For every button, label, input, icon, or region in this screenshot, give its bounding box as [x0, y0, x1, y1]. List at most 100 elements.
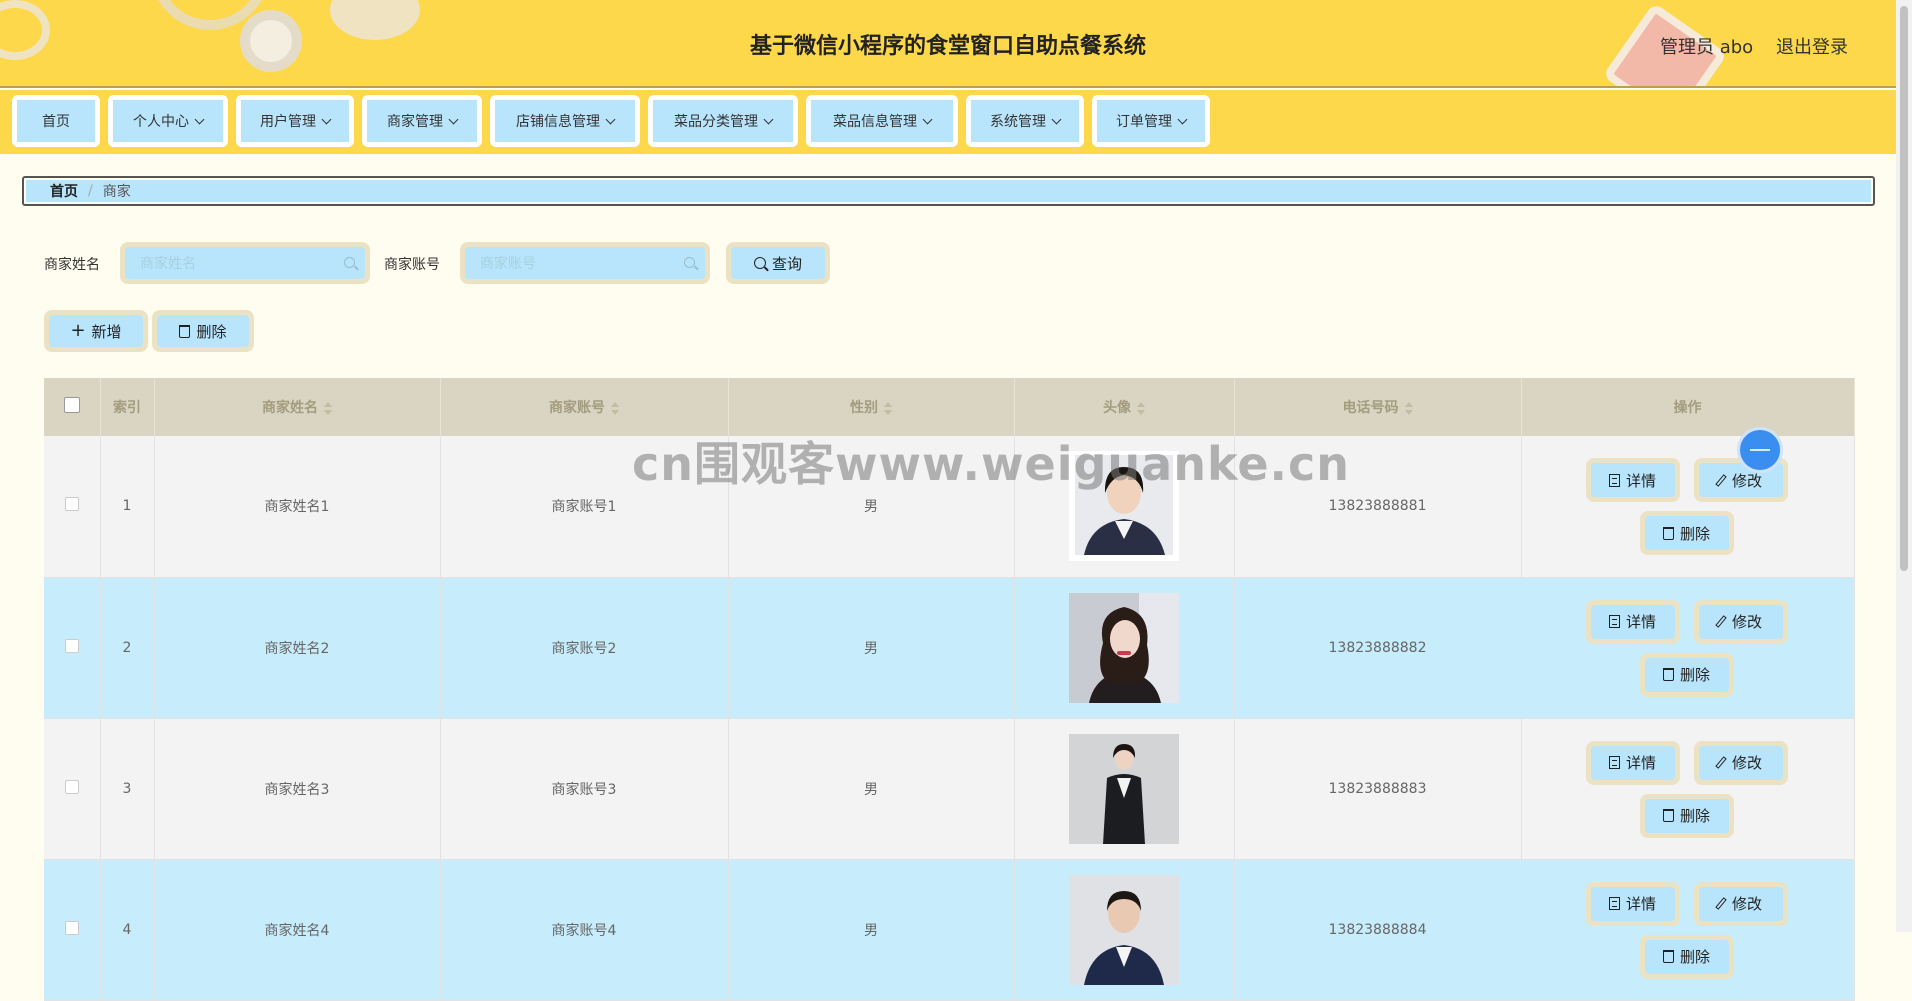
sort-icon[interactable] [1404, 401, 1413, 415]
row-checkbox[interactable] [64, 779, 79, 794]
nav-item-personal-center[interactable]: 个人中心 [108, 95, 228, 147]
chevron-down-icon [1051, 114, 1062, 124]
row-checkbox[interactable] [64, 638, 79, 653]
delete-button-label: 删除 [1679, 666, 1710, 684]
edit-button-label: 修改 [1731, 895, 1762, 913]
page-scrollbar[interactable] [1896, 0, 1912, 932]
column-header-name[interactable]: 商家姓名 [154, 378, 441, 436]
query-button[interactable]: 查询 [726, 242, 830, 284]
column-header-index: 索引 [100, 378, 155, 436]
merchant-name-input[interactable]: 商家姓名 [140, 253, 196, 273]
delete-button-label: 删除 [1679, 807, 1710, 825]
table-row: 4 商家姓名4 商家账号4 男 13823888884 详情 修改 删除 [44, 859, 1855, 1001]
breadcrumb-current: 商家 [102, 184, 131, 200]
sort-icon[interactable] [611, 401, 619, 415]
row-select-cell [44, 718, 101, 860]
cell-gender: 男 [728, 436, 1015, 578]
nav-item-home[interactable]: 首页 [12, 95, 100, 147]
trash-icon [179, 324, 191, 338]
column-header-avatar[interactable]: 头像 [1014, 378, 1235, 436]
nav-label: 个人中心 [133, 114, 189, 130]
floating-assistant-button[interactable] [1737, 427, 1783, 473]
cell-actions: 详情 修改 删除 [1521, 718, 1855, 860]
row-select-cell [44, 436, 101, 578]
row-checkbox[interactable] [64, 497, 79, 512]
cell-name: 商家姓名3 [154, 718, 441, 860]
document-icon [1608, 897, 1620, 910]
select-all-header [44, 378, 101, 436]
cell-name: 商家姓名1 [154, 436, 441, 578]
cell-index: 2 [100, 577, 155, 719]
add-button[interactable]: + 新增 [44, 310, 148, 352]
edit-button[interactable]: 修改 [1693, 599, 1788, 644]
detail-button[interactable]: 详情 [1585, 881, 1680, 926]
nav-item-orders[interactable]: 订单管理 [1092, 95, 1210, 147]
avatar-image [1069, 733, 1179, 844]
nav-item-user-management[interactable]: 用户管理 [236, 95, 354, 147]
logout-link[interactable]: 退出登录 [1776, 33, 1848, 59]
nav-item-system[interactable]: 系统管理 [966, 95, 1084, 147]
cell-phone: 13823888884 [1234, 859, 1522, 1001]
delete-button[interactable]: 删除 [1639, 652, 1734, 697]
cell-actions: 详情 修改 删除 [1521, 577, 1855, 719]
edit-button[interactable]: 修改 [1693, 740, 1788, 785]
edit-button-label: 修改 [1731, 754, 1762, 772]
column-header-label: 商家姓名 [262, 400, 318, 416]
merchant-name-field[interactable]: 商家姓名 [120, 242, 370, 284]
edit-button[interactable]: 修改 [1693, 881, 1788, 926]
delete-button[interactable]: 删除 [1639, 793, 1734, 838]
cell-name: 商家姓名4 [154, 859, 441, 1001]
edit-icon [1715, 756, 1727, 769]
breadcrumb: 首页 / 商家 [22, 176, 1875, 206]
bulk-delete-button[interactable]: 删除 [152, 310, 254, 352]
detail-button[interactable]: 详情 [1585, 740, 1680, 785]
detail-button[interactable]: 详情 [1585, 458, 1680, 502]
column-header-gender[interactable]: 性别 [728, 378, 1015, 436]
merchant-table: 索引 商家姓名 商家账号 性别 头像 电话号码 操作 1 商家姓名1 商家账号1… [44, 378, 1855, 1001]
cell-account: 商家账号2 [440, 577, 729, 719]
nav-item-dish-info[interactable]: 菜品信息管理 [806, 95, 958, 147]
cell-index: 1 [100, 436, 155, 578]
cell-account: 商家账号1 [440, 436, 729, 578]
nav-label: 菜品分类管理 [674, 114, 758, 130]
cell-index: 4 [100, 859, 155, 1001]
delete-button[interactable]: 删除 [1639, 934, 1734, 979]
sort-icon[interactable] [1137, 401, 1145, 415]
table-header-row: 索引 商家姓名 商家账号 性别 头像 电话号码 操作 [44, 378, 1855, 436]
edit-icon [1715, 897, 1727, 910]
app-title: 基于微信小程序的食堂窗口自助点餐系统 [749, 34, 1146, 59]
row-checkbox[interactable] [64, 920, 79, 935]
delete-button-label: 删除 [1679, 948, 1710, 966]
merchant-account-input[interactable]: 商家账号 [480, 253, 536, 273]
select-all-checkbox[interactable] [63, 397, 80, 413]
nav-label: 店铺信息管理 [516, 114, 600, 130]
detail-button[interactable]: 详情 [1585, 599, 1680, 644]
nav-item-shop-info[interactable]: 店铺信息管理 [490, 95, 640, 147]
search-icon [684, 257, 695, 268]
table-row: 2 商家姓名2 商家账号2 男 13823888882 详情 修改 删除 [44, 577, 1855, 719]
chevron-down-icon [194, 114, 205, 124]
cell-actions: 详情 修改 删除 [1521, 436, 1855, 578]
column-header-label: 商家账号 [549, 400, 605, 416]
top-nav: 首页 个人中心 用户管理 商家管理 店铺信息管理 菜品分类管理 菜品信息管理 系… [0, 90, 1896, 154]
nav-item-merchant-management[interactable]: 商家管理 [362, 95, 482, 147]
cell-avatar [1014, 577, 1235, 719]
column-header-account[interactable]: 商家账号 [440, 378, 729, 436]
chevron-down-icon [605, 114, 616, 124]
cell-phone: 13823888883 [1234, 718, 1522, 860]
merchant-account-label: 商家账号 [384, 257, 440, 273]
detail-button-label: 详情 [1625, 471, 1656, 490]
trash-icon [1662, 668, 1674, 681]
chevron-down-icon [922, 114, 933, 124]
cell-name: 商家姓名2 [154, 577, 441, 719]
sort-icon[interactable] [884, 401, 892, 415]
nav-label: 用户管理 [260, 114, 316, 130]
cell-account: 商家账号3 [440, 718, 729, 860]
merchant-account-field[interactable]: 商家账号 [460, 242, 710, 284]
breadcrumb-home[interactable]: 首页 [50, 181, 78, 201]
sort-icon[interactable] [324, 401, 332, 415]
delete-button[interactable]: 删除 [1639, 511, 1734, 555]
column-header-phone[interactable]: 电话号码 [1234, 378, 1522, 436]
nav-item-dish-category[interactable]: 菜品分类管理 [648, 95, 798, 147]
scrollbar-thumb[interactable] [1900, 6, 1908, 571]
